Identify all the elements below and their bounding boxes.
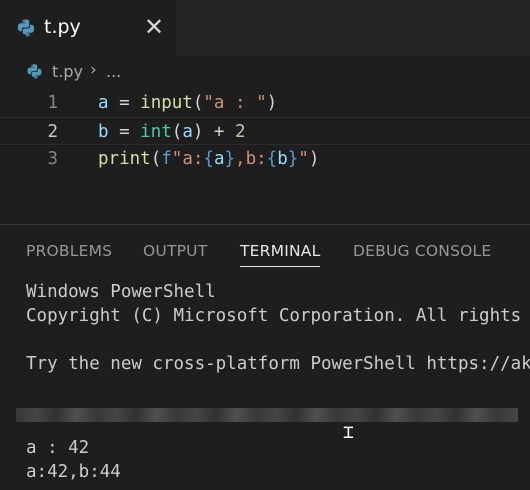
editor-tab-bar: t.py ✕	[0, 0, 530, 56]
code-text: a = input("a : ")	[98, 93, 278, 113]
code-text: print(f"a:{a},b:{b}")	[98, 149, 320, 169]
tab-problems[interactable]: PROBLEMS	[26, 242, 112, 260]
vscode-window: t.py ✕ t.py › ... 1 a = input("a : ") 2 …	[0, 0, 530, 490]
breadcrumb: t.py › ...	[0, 56, 530, 86]
code-editor[interactable]: 1 a = input("a : ") 2 b = int(a) + 2 3 p…	[0, 86, 530, 220]
terminal-line: a : 42	[26, 438, 90, 458]
close-icon[interactable]: ✕	[144, 13, 164, 41]
bottom-panel: PROBLEMS OUTPUT TERMINAL DEBUG CONSOLE W…	[0, 225, 530, 490]
code-line-2[interactable]: 2 b = int(a) + 2	[0, 117, 530, 145]
tab-debug-console[interactable]: DEBUG CONSOLE	[353, 242, 491, 260]
python-file-icon	[27, 64, 42, 79]
terminal-line: a:42,b:44	[26, 462, 121, 482]
terminal-line: Windows PowerShell	[26, 282, 216, 302]
redacted-prompt	[16, 408, 518, 422]
tab-output[interactable]: OUTPUT	[143, 242, 207, 260]
code-line-3[interactable]: 3 print(f"a:{a},b:{b}")	[0, 145, 530, 173]
active-tab-indicator	[240, 266, 320, 267]
breadcrumb-file[interactable]: t.py	[52, 62, 83, 81]
code-text: b = int(a) + 2	[98, 122, 246, 142]
chevron-right-icon: ›	[90, 60, 97, 80]
python-file-icon	[17, 19, 35, 37]
line-number: 1	[47, 93, 58, 113]
line-number: 3	[47, 149, 58, 169]
line-number: 2	[47, 122, 58, 142]
breadcrumb-symbols[interactable]: ...	[106, 62, 121, 81]
tab-terminal[interactable]: TERMINAL	[240, 242, 320, 260]
terminal-line: Copyright (C) Microsoft Corporation. All…	[26, 306, 522, 326]
editor-tab-t-py[interactable]: t.py ✕	[0, 0, 176, 56]
code-line-1[interactable]: 1 a = input("a : ")	[0, 89, 530, 117]
tab-label: t.py	[44, 16, 81, 38]
text-cursor-icon: ⌶	[343, 422, 354, 443]
terminal-line: Try the new cross-platform PowerShell ht…	[26, 354, 530, 374]
